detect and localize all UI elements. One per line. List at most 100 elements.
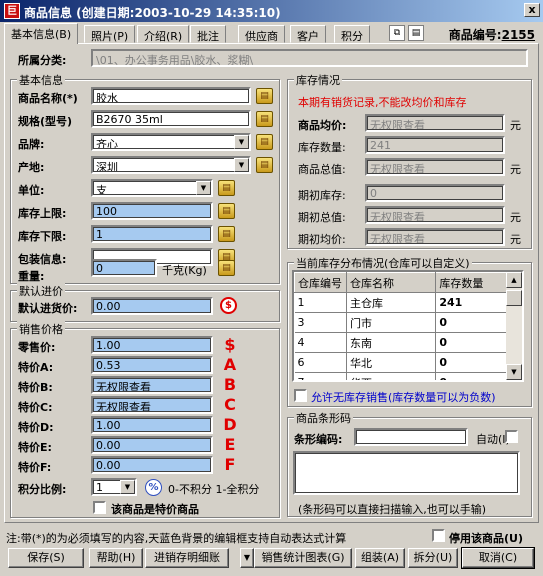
brand-value: 齐心 xyxy=(96,138,118,151)
chevron-down-icon[interactable]: ▼ xyxy=(196,181,211,195)
scroll-up-icon[interactable]: ▲ xyxy=(506,272,522,288)
app-icon: 巨 xyxy=(4,3,20,19)
stock-lower-label: 库存下限: xyxy=(18,230,67,243)
price-c-label: 特价C: xyxy=(18,401,53,414)
points-ratio-select[interactable]: 1 ▼ xyxy=(91,478,137,496)
product-name-label: 商品名称(*) xyxy=(18,92,78,105)
retail-price-input[interactable]: 1.00 xyxy=(91,336,213,354)
table-row[interactable]: 7 华西 0 xyxy=(294,372,508,380)
table-cell: 门市 xyxy=(346,312,437,333)
paste-icon[interactable]: ▤ xyxy=(408,25,424,41)
stock-total-label: 商品总值: xyxy=(298,163,346,176)
init-avg-label: 期初均价: xyxy=(298,233,346,246)
origin-lookup-icon[interactable]: ▤ xyxy=(256,157,273,173)
product-name-input[interactable]: 胶水 xyxy=(91,87,251,105)
tab-basic-info[interactable]: 基本信息(B) xyxy=(4,23,79,44)
price-b-mark[interactable]: B xyxy=(222,375,238,394)
category-field[interactable]: \01、办公事务用品\胶水、浆糊\ xyxy=(91,49,528,67)
price-c-input[interactable]: 无权限查看 xyxy=(91,396,213,414)
tab-points[interactable]: 积分 xyxy=(334,25,370,43)
allow-negative-checkbox[interactable] xyxy=(294,389,307,402)
avg-price-input[interactable]: 无权限查看 xyxy=(365,114,505,132)
points-icon: % xyxy=(145,479,162,496)
price-f-mark[interactable]: F xyxy=(222,455,238,474)
column-header[interactable]: 仓库名称 xyxy=(345,272,437,293)
unit-lookup-icon[interactable]: ▤ xyxy=(218,180,235,196)
tab-photo[interactable]: 照片(P) xyxy=(84,25,136,43)
tab-notes[interactable]: 批注 xyxy=(190,25,226,43)
table-header-row: 仓库编号 仓库名称 库存数量 xyxy=(294,272,508,293)
init-total-input[interactable]: 无权限查看 xyxy=(365,206,505,224)
barcode-input[interactable] xyxy=(354,428,468,446)
help-button[interactable]: 帮助(H) xyxy=(89,548,143,568)
price-d-mark[interactable]: D xyxy=(222,415,238,434)
price-e-mark[interactable]: E xyxy=(222,435,238,454)
brand-lookup-icon[interactable]: ▤ xyxy=(256,134,273,150)
split-button[interactable]: 拆分(U) xyxy=(408,548,458,568)
barcode-list[interactable] xyxy=(293,451,520,495)
table-row[interactable]: 4 东南 0 xyxy=(294,332,508,353)
weight-lookup-icon[interactable]: ▤ xyxy=(218,260,235,276)
stock-total-input[interactable]: 无权限查看 xyxy=(365,158,505,176)
copy-icon[interactable]: ⧉ xyxy=(389,25,405,41)
scroll-down-icon[interactable]: ▼ xyxy=(506,364,522,380)
init-qty-input[interactable]: 0 xyxy=(365,184,505,202)
close-button[interactable]: x xyxy=(524,3,540,17)
default-price-input[interactable]: 0.00 xyxy=(91,297,213,315)
tab-customers[interactable]: 客户 xyxy=(290,25,326,43)
column-header[interactable]: 仓库编号 xyxy=(294,272,347,293)
origin-label: 产地: xyxy=(18,161,45,174)
origin-select[interactable]: 深圳 ▼ xyxy=(91,156,251,174)
disable-product-checkbox[interactable] xyxy=(432,529,445,542)
table-row[interactable]: 1 主仓库 241 xyxy=(294,292,508,313)
lower-lookup-icon[interactable]: ▤ xyxy=(218,226,235,242)
chevron-down-icon[interactable]: ▼ xyxy=(234,158,249,172)
price-a-input[interactable]: 0.53 xyxy=(91,356,213,374)
price-history-icon[interactable]: $ xyxy=(220,297,237,314)
sales-price-legend: 销售价格 xyxy=(17,321,65,337)
spec-input[interactable]: B2670 35ml xyxy=(91,110,251,128)
upper-lookup-icon[interactable]: ▤ xyxy=(218,203,235,219)
tab-intro[interactable]: 介绍(R) xyxy=(137,25,190,43)
table-scrollbar[interactable]: ▲ ▼ xyxy=(506,272,522,380)
price-c-mark[interactable]: C xyxy=(222,395,238,414)
tab-suppliers[interactable]: 供应商 xyxy=(238,25,285,43)
table-row[interactable]: 6 华北 0 xyxy=(294,352,508,373)
special-product-checkbox[interactable] xyxy=(93,501,106,514)
scroll-thumb[interactable] xyxy=(506,290,522,306)
stock-lower-input[interactable]: 1 xyxy=(91,225,213,243)
assemble-button[interactable]: 组装(A) xyxy=(355,548,405,568)
price-e-input[interactable]: 0.00 xyxy=(91,436,213,454)
default-price-label: 默认进货价: xyxy=(18,302,78,315)
price-a-mark[interactable]: A xyxy=(222,355,238,374)
stock-qty-input[interactable]: 241 xyxy=(365,136,505,154)
weight-input[interactable]: 0 xyxy=(91,259,157,277)
retail-price-label: 零售价: xyxy=(18,341,56,354)
price-b-input[interactable]: 无权限查看 xyxy=(91,376,213,394)
init-avg-input[interactable]: 无权限查看 xyxy=(365,228,505,246)
ledger-button[interactable]: 进销存明细账 xyxy=(145,548,229,568)
table-cell: 6 xyxy=(294,352,347,373)
unit-select[interactable]: 支 ▼ xyxy=(91,179,213,197)
table-row[interactable]: 3 门市 0 xyxy=(294,312,508,333)
spec-lookup-icon[interactable]: ▤ xyxy=(256,111,273,127)
ledger-dropdown-icon[interactable]: ▼ xyxy=(240,548,254,568)
allow-negative-label: 允许无库存销售(库存数量可以为负数) xyxy=(311,391,496,404)
column-header[interactable]: 库存数量 xyxy=(435,272,508,293)
table-cell: 0 xyxy=(435,332,508,353)
name-lookup-icon[interactable]: ▤ xyxy=(256,88,273,104)
brand-select[interactable]: 齐心 ▼ xyxy=(91,133,251,151)
table-cell: 4 xyxy=(294,332,347,353)
chevron-down-icon[interactable]: ▼ xyxy=(120,480,135,494)
disable-product-label: 停用该商品(U) xyxy=(449,532,523,545)
chevron-down-icon[interactable]: ▼ xyxy=(234,135,249,149)
warehouse-table[interactable]: 仓库编号 仓库名称 库存数量 1 主仓库 241 3 门市 0 4 东南 0 6… xyxy=(292,270,524,382)
price-f-input[interactable]: 0.00 xyxy=(91,456,213,474)
stock-upper-input[interactable]: 100 xyxy=(91,202,213,220)
sales-chart-button[interactable]: 销售统计图表(G) xyxy=(254,548,352,568)
price-d-input[interactable]: 1.00 xyxy=(91,416,213,434)
save-button[interactable]: 保存(S) xyxy=(8,548,84,568)
retail-dollar-icon[interactable]: $ xyxy=(222,335,238,354)
barcode-auto-checkbox[interactable] xyxy=(505,430,518,443)
cancel-button[interactable]: 取消(C) xyxy=(461,547,535,569)
